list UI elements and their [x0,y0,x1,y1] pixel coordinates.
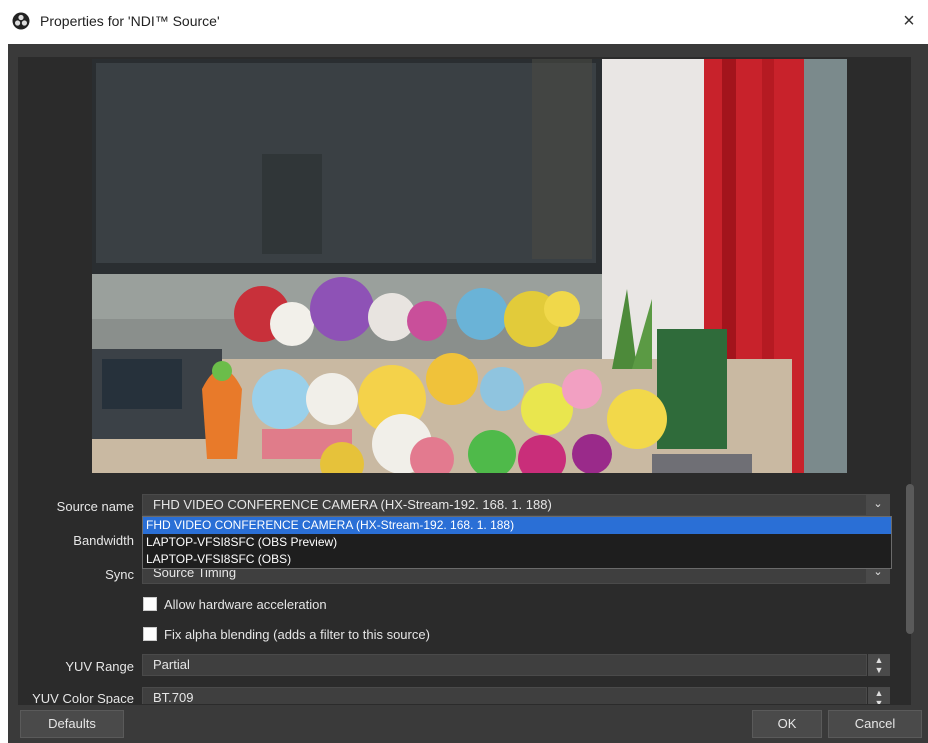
close-button[interactable]: × [896,8,922,34]
list-item[interactable]: FHD VIDEO CONFERENCE CAMERA (HX-Stream-1… [143,517,891,534]
bandwidth-label: Bandwidth [73,533,134,548]
fix-alpha-label: Fix alpha blending (adds a filter to thi… [164,627,430,642]
sync-label: Sync [105,567,134,582]
spin-arrows-icon[interactable]: ▲ ▼ [868,654,890,676]
camera-preview [92,59,847,473]
source-name-label: Source name [56,499,134,514]
window-title: Properties for 'NDI™ Source' [40,13,220,29]
defaults-button[interactable]: Defaults [20,710,124,738]
scrollbar-thumb[interactable] [906,484,914,634]
source-name-dropdown[interactable]: FHD VIDEO CONFERENCE CAMERA (HX-Stream-1… [142,494,867,516]
camera-preview-image [92,59,847,473]
obs-logo-icon [12,12,30,30]
title-bar: Properties for 'NDI™ Source' × [0,0,928,44]
yuv-color-space-row: YUV Color Space BT.709 ▲ ▼ [14,684,894,704]
hw-accel-checkbox[interactable] [143,597,157,611]
cancel-button[interactable]: Cancel [828,710,922,738]
chevron-down-icon[interactable]: ⌄ [866,494,890,516]
yuv-color-space-dropdown[interactable]: BT.709 [142,687,867,704]
spin-arrows-icon[interactable]: ▲ ▼ [868,687,890,704]
yuv-range-dropdown[interactable]: Partial [142,654,867,676]
hw-accel-label: Allow hardware acceleration [164,597,327,612]
source-name-options-list[interactable]: FHD VIDEO CONFERENCE CAMERA (HX-Stream-1… [142,516,892,569]
ok-button[interactable]: OK [752,710,822,738]
yuv-color-space-label: YUV Color Space [32,691,134,704]
fix-alpha-checkbox[interactable] [143,627,157,641]
list-item[interactable]: LAPTOP-VFSI8SFC (OBS Preview) [143,534,891,551]
list-item[interactable]: LAPTOP-VFSI8SFC (OBS) [143,551,891,568]
yuv-range-label: YUV Range [65,659,134,674]
